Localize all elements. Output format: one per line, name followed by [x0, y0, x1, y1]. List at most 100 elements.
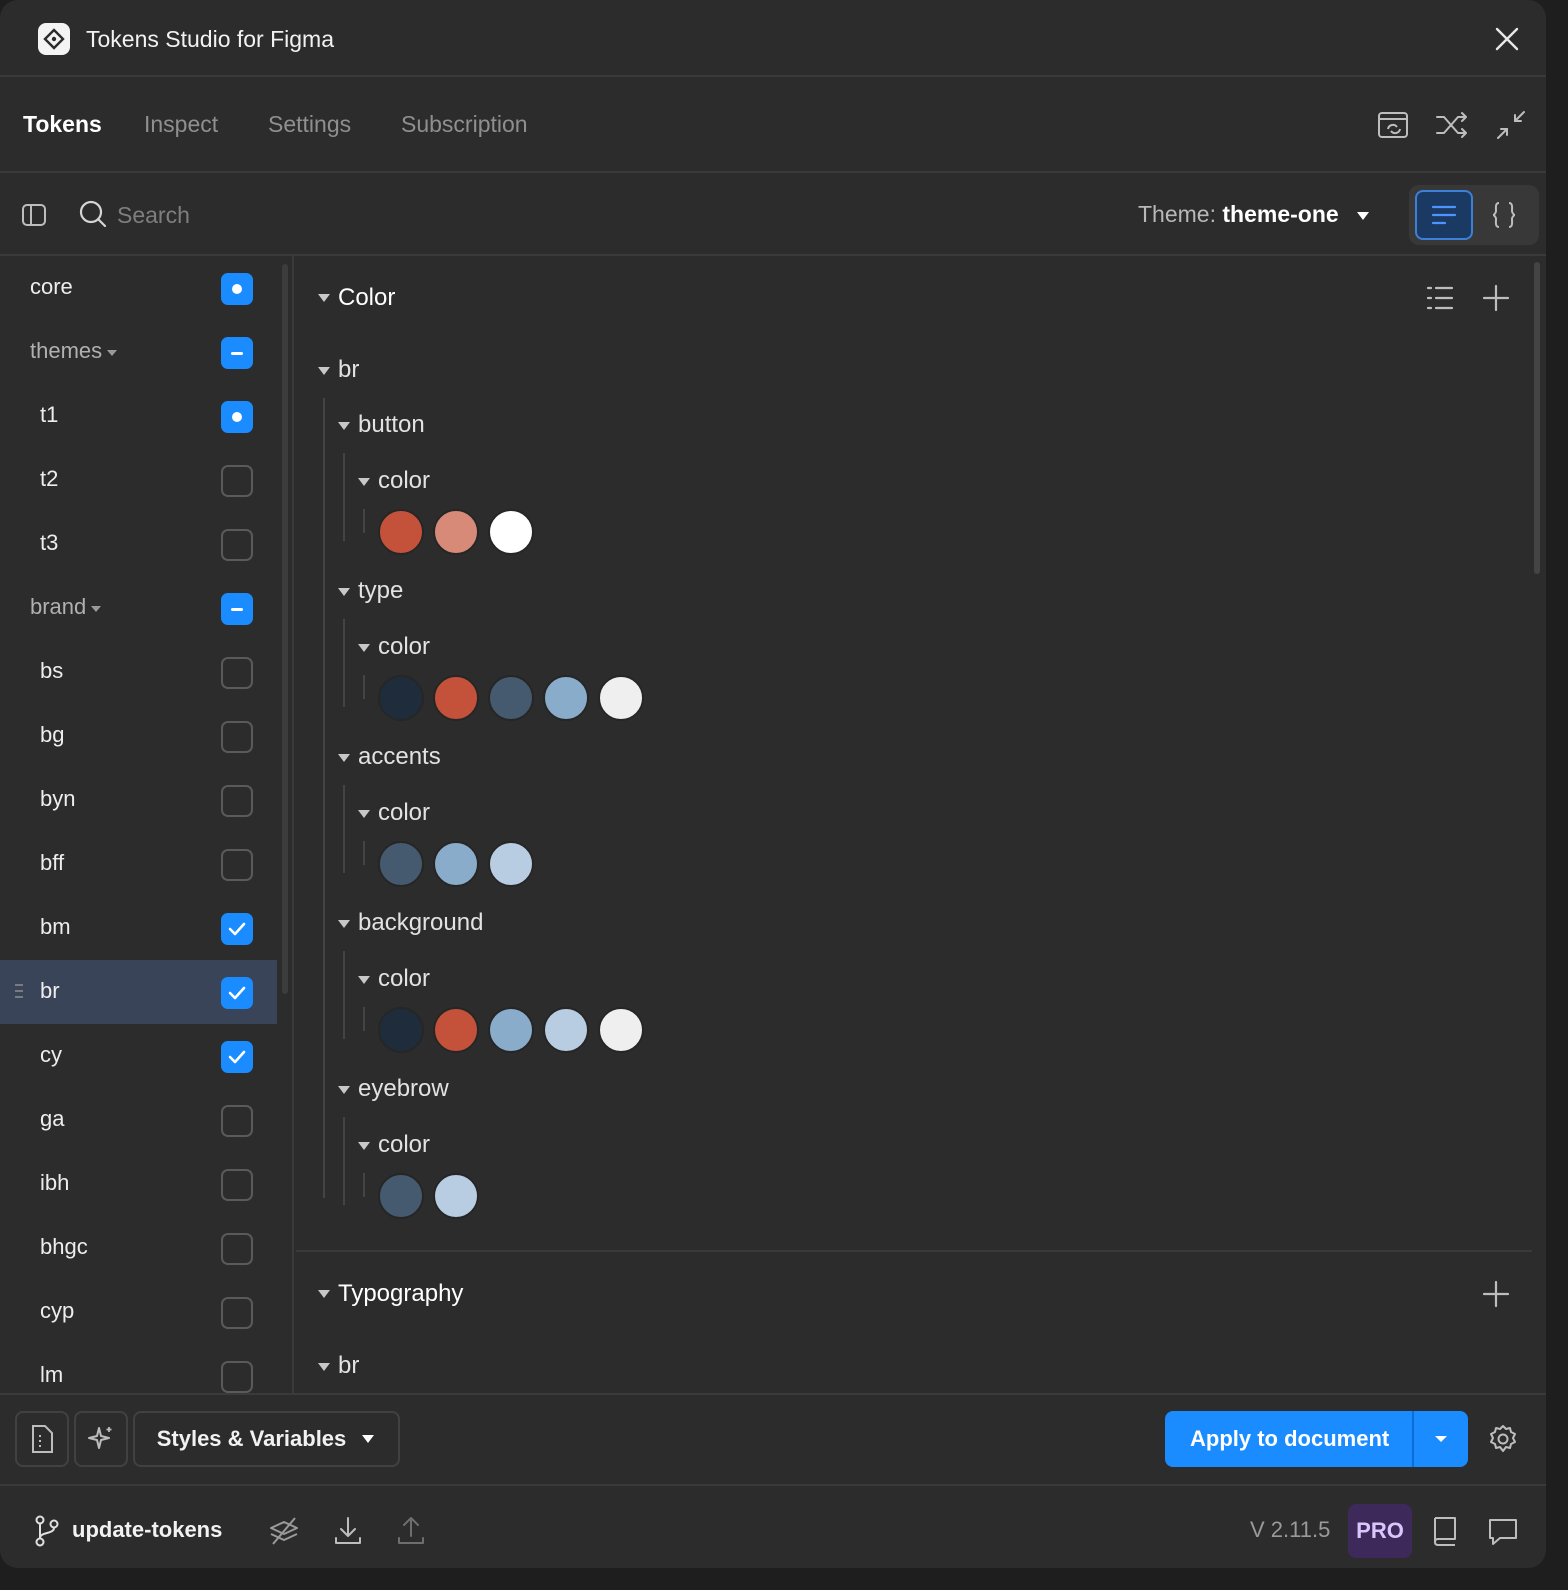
- token-set-row[interactable]: bg: [0, 704, 277, 768]
- token-group-label[interactable]: br: [338, 356, 359, 384]
- color-swatch[interactable]: [543, 1007, 589, 1053]
- token-group-label[interactable]: br: [338, 1352, 359, 1380]
- token-set-row[interactable]: bm: [0, 896, 277, 960]
- token-set-row[interactable]: bs: [0, 640, 277, 704]
- drag-handle-icon[interactable]: [14, 982, 24, 1005]
- add-icon[interactable]: [1480, 1278, 1512, 1310]
- section-title-color[interactable]: Color: [338, 284, 395, 312]
- token-group-label[interactable]: type: [358, 577, 403, 605]
- list-icon[interactable]: [1424, 282, 1456, 314]
- token-set-checkbox[interactable]: [221, 593, 253, 625]
- token-group-label[interactable]: accents: [358, 743, 441, 771]
- collapse-caret-icon[interactable]: [338, 1086, 350, 1094]
- token-set-checkbox[interactable]: [221, 657, 253, 689]
- token-group-label[interactable]: color: [378, 799, 430, 827]
- token-group-label[interactable]: eyebrow: [358, 1075, 449, 1103]
- token-set-checkbox[interactable]: [221, 529, 253, 561]
- collapse-caret-icon[interactable]: [358, 1142, 370, 1150]
- token-set-checkbox[interactable]: [221, 1233, 253, 1265]
- token-set-row[interactable]: bff: [0, 832, 277, 896]
- collapse-caret-icon[interactable]: [318, 294, 330, 302]
- color-swatch[interactable]: [543, 675, 589, 721]
- collapse-caret-icon[interactable]: [318, 1290, 330, 1298]
- token-set-checkbox[interactable]: [221, 1105, 253, 1137]
- color-swatch[interactable]: [433, 1007, 479, 1053]
- color-swatch[interactable]: [378, 675, 424, 721]
- search-input[interactable]: [117, 197, 717, 233]
- color-swatch[interactable]: [488, 841, 534, 887]
- apply-to-document-button[interactable]: Apply to document: [1165, 1411, 1468, 1467]
- apply-options-button[interactable]: [1414, 1411, 1468, 1467]
- token-set-checkbox[interactable]: [221, 273, 253, 305]
- token-set-checkbox[interactable]: [221, 1361, 253, 1393]
- token-set-checkbox[interactable]: [221, 465, 253, 497]
- collapse-caret-icon[interactable]: [318, 367, 330, 375]
- docs-book-icon[interactable]: [1428, 1514, 1462, 1548]
- token-set-row[interactable]: ibh: [0, 1152, 277, 1216]
- token-set-checkbox[interactable]: [221, 785, 253, 817]
- token-group-label[interactable]: color: [378, 1131, 430, 1159]
- token-group-label[interactable]: button: [358, 411, 425, 439]
- token-set-checkbox[interactable]: [221, 1297, 253, 1329]
- theme-selector[interactable]: Theme: theme-one: [1138, 201, 1371, 228]
- close-icon[interactable]: [1492, 24, 1522, 54]
- token-set-folder[interactable]: brand: [0, 576, 277, 640]
- collapse-caret-icon[interactable]: [358, 644, 370, 652]
- gear-icon[interactable]: [1487, 1423, 1519, 1455]
- token-set-row[interactable]: lm: [0, 1344, 277, 1393]
- pro-badge[interactable]: PRO: [1348, 1504, 1412, 1558]
- color-swatch[interactable]: [433, 509, 479, 555]
- token-set-row[interactable]: t3: [0, 512, 277, 576]
- token-group-label[interactable]: color: [378, 965, 430, 993]
- collapse-caret-icon[interactable]: [338, 422, 350, 430]
- token-set-checkbox[interactable]: [221, 1041, 253, 1073]
- styles-variables-dropdown[interactable]: Styles & Variables: [133, 1411, 400, 1467]
- collapse-caret-icon[interactable]: [358, 976, 370, 984]
- collapse-caret-icon[interactable]: [338, 754, 350, 762]
- add-icon[interactable]: [1480, 282, 1512, 314]
- color-swatch[interactable]: [488, 675, 534, 721]
- feedback-chat-icon[interactable]: [1486, 1514, 1520, 1548]
- token-set-checkbox[interactable]: [221, 977, 253, 1009]
- json-view-button[interactable]: [1475, 190, 1533, 240]
- sync-window-icon[interactable]: [1376, 107, 1412, 143]
- token-set-checkbox[interactable]: [221, 401, 253, 433]
- token-set-checkbox[interactable]: [221, 337, 253, 369]
- token-set-row[interactable]: bhgc: [0, 1216, 277, 1280]
- color-swatch[interactable]: [598, 675, 644, 721]
- file-code-button[interactable]: [15, 1411, 69, 1467]
- token-set-checkbox[interactable]: [221, 721, 253, 753]
- color-swatch[interactable]: [598, 1007, 644, 1053]
- color-swatch[interactable]: [378, 509, 424, 555]
- sidebar-scrollbar[interactable]: [282, 264, 288, 994]
- sidebar-toggle-icon[interactable]: [20, 201, 48, 229]
- color-swatch[interactable]: [433, 841, 479, 887]
- layers-sync-icon[interactable]: [267, 1514, 301, 1548]
- pull-download-icon[interactable]: [331, 1514, 365, 1548]
- tab-tokens[interactable]: Tokens: [23, 111, 102, 138]
- ai-sparkle-button[interactable]: [74, 1411, 128, 1467]
- tab-inspect[interactable]: Inspect: [144, 111, 218, 138]
- content-scrollbar[interactable]: [1534, 262, 1540, 574]
- token-set-folder[interactable]: themes: [0, 320, 277, 384]
- token-set-checkbox[interactable]: [221, 1169, 253, 1201]
- token-set-row-selected[interactable]: br: [0, 960, 277, 1024]
- token-set-row[interactable]: byn: [0, 768, 277, 832]
- branch-name[interactable]: update-tokens: [72, 1517, 222, 1543]
- token-group-label[interactable]: background: [358, 909, 483, 937]
- token-set-row[interactable]: core: [0, 256, 277, 320]
- color-swatch[interactable]: [433, 675, 479, 721]
- color-swatch[interactable]: [433, 1173, 479, 1219]
- minimize-icon[interactable]: [1493, 107, 1529, 143]
- tab-subscription[interactable]: Subscription: [401, 111, 528, 138]
- collapse-caret-icon[interactable]: [338, 920, 350, 928]
- color-swatch[interactable]: [488, 1007, 534, 1053]
- token-set-row[interactable]: ga: [0, 1088, 277, 1152]
- token-set-row[interactable]: cyp: [0, 1280, 277, 1344]
- collapse-caret-icon[interactable]: [358, 810, 370, 818]
- tab-settings[interactable]: Settings: [268, 111, 351, 138]
- token-group-label[interactable]: color: [378, 467, 430, 495]
- shuffle-icon[interactable]: [1434, 107, 1470, 143]
- token-group-label[interactable]: color: [378, 633, 430, 661]
- token-set-row[interactable]: t1: [0, 384, 277, 448]
